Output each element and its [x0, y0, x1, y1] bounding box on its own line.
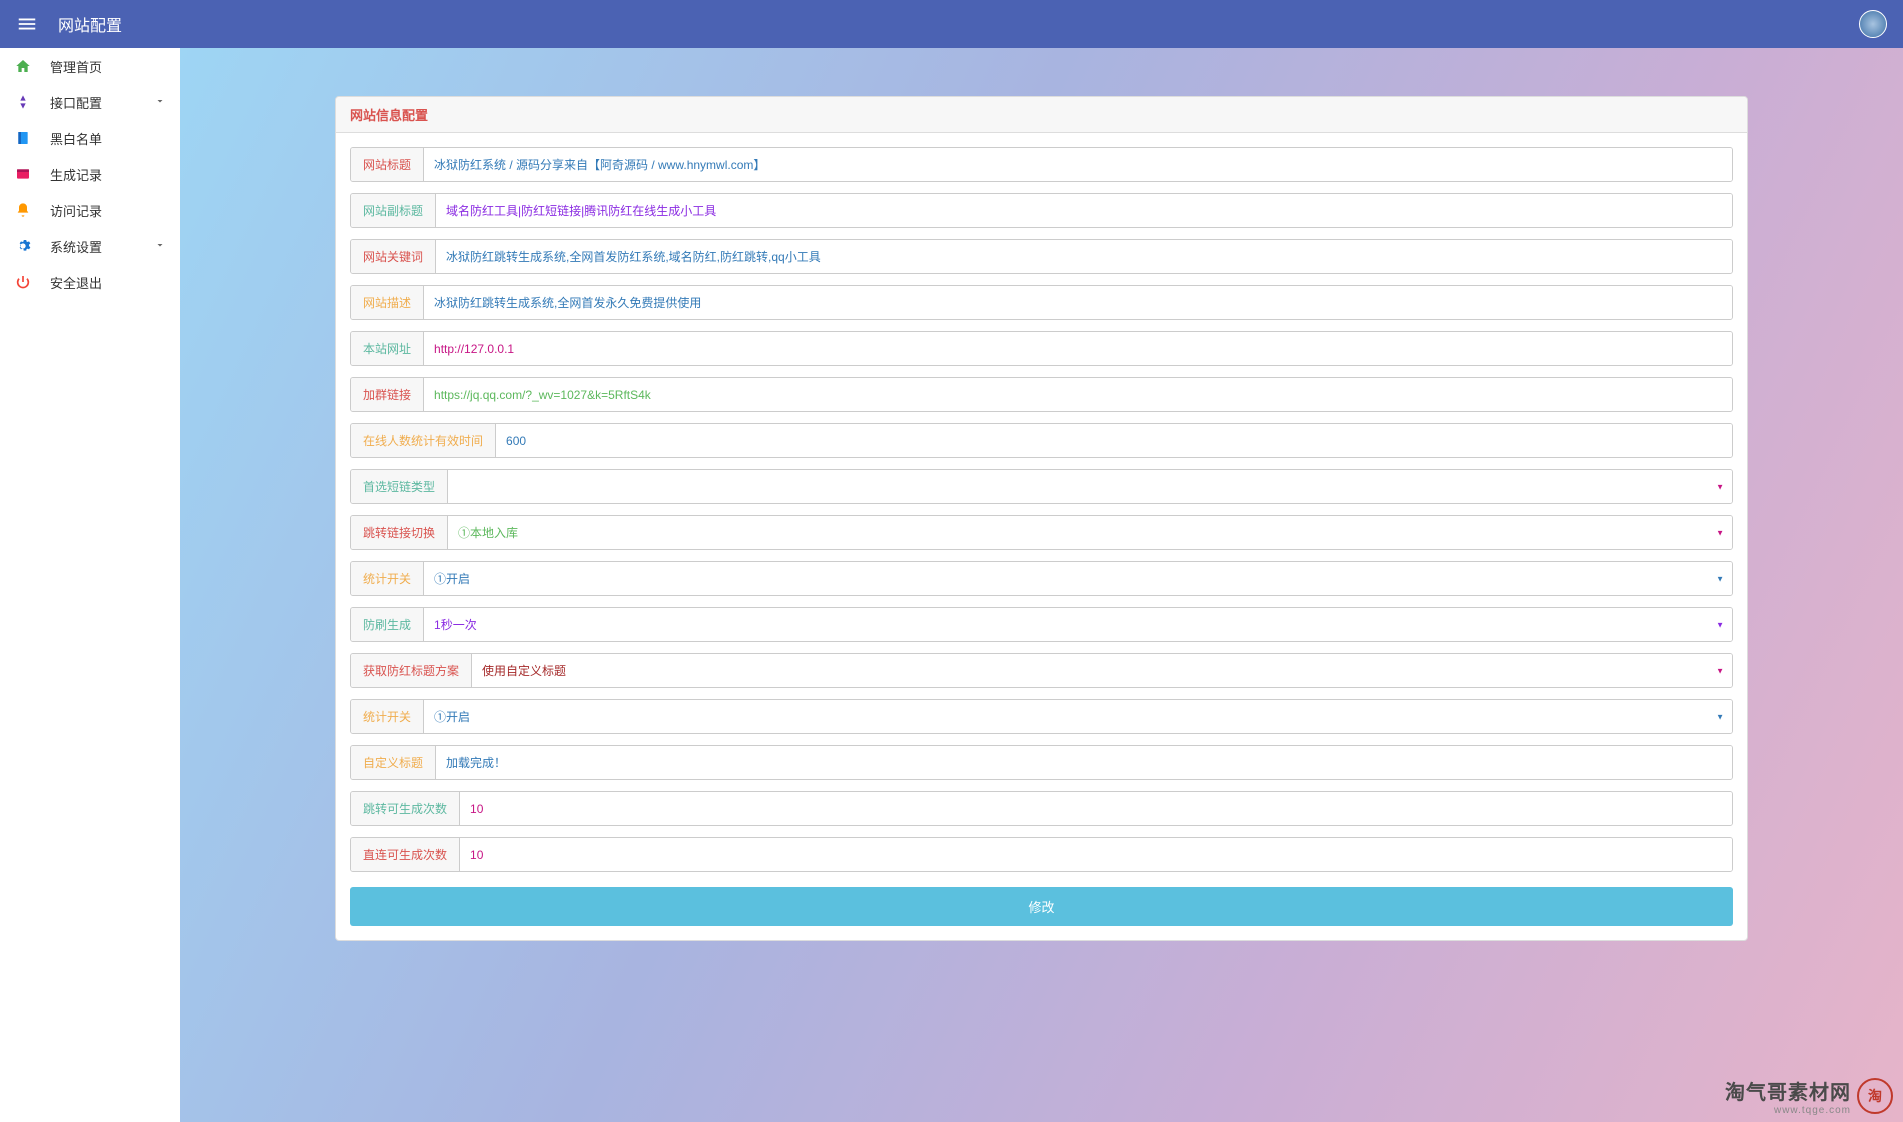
field-online-stat-time: 在线人数统计有效时间: [350, 423, 1733, 458]
label-direct-limit: 直连可生成次数: [351, 838, 460, 871]
field-site-keywords: 网站关键词: [350, 239, 1733, 274]
field-site-subtitle: 网站副标题: [350, 193, 1733, 228]
label-stat-switch1: 统计开关: [351, 562, 424, 595]
sidebar-item-home[interactable]: 管理首页: [0, 48, 180, 84]
input-site-url[interactable]: [424, 332, 1732, 365]
input-direct-limit[interactable]: [460, 838, 1732, 871]
sidebar-item-label: 访问记录: [50, 201, 166, 220]
sidebar-item-label: 管理首页: [50, 57, 166, 76]
label-site-desc: 网站描述: [351, 286, 424, 319]
input-site-title[interactable]: [424, 148, 1732, 181]
select-shortlink-type[interactable]: [448, 470, 1732, 503]
input-custom-title[interactable]: [436, 746, 1732, 779]
page-title: 网站配置: [58, 12, 122, 36]
input-online-stat-time[interactable]: [496, 424, 1732, 457]
label-jump-limit: 跳转可生成次数: [351, 792, 460, 825]
input-site-desc[interactable]: [424, 286, 1732, 319]
gear-icon: [14, 237, 32, 255]
sidebar-item-blacklist[interactable]: 黑白名单: [0, 120, 180, 156]
sidebar-item-visit-records[interactable]: 访问记录: [0, 192, 180, 228]
sidebar-item-label: 安全退出: [50, 273, 166, 292]
input-site-keywords[interactable]: [436, 240, 1732, 273]
main-content: 网站信息配置 网站标题 网站副标题 网站关键词 网站描述 本站网址: [180, 48, 1903, 1122]
select-stat-switch2[interactable]: ①开启: [424, 700, 1732, 733]
user-avatar[interactable]: [1859, 10, 1887, 38]
form-panel: 网站信息配置 网站标题 网站副标题 网站关键词 网站描述 本站网址: [335, 96, 1748, 941]
input-site-subtitle[interactable]: [436, 194, 1732, 227]
field-group-link: 加群链接: [350, 377, 1733, 412]
label-site-url: 本站网址: [351, 332, 424, 365]
chevron-down-icon: [154, 239, 166, 254]
label-custom-title: 自定义标题: [351, 746, 436, 779]
sidebar-item-gen-records[interactable]: 生成记录: [0, 156, 180, 192]
input-group-link[interactable]: [424, 378, 1732, 411]
web-icon: [14, 165, 32, 183]
label-online-stat-time: 在线人数统计有效时间: [351, 424, 496, 457]
select-title-scheme[interactable]: 使用自定义标题: [472, 654, 1732, 687]
select-redirect-switch[interactable]: ①本地入库: [448, 516, 1732, 549]
field-direct-limit: 直连可生成次数: [350, 837, 1733, 872]
chevron-down-icon: [154, 95, 166, 110]
sidebar-item-logout[interactable]: 安全退出: [0, 264, 180, 300]
field-title-scheme: 获取防红标题方案 使用自定义标题: [350, 653, 1733, 688]
field-site-title: 网站标题: [350, 147, 1733, 182]
label-anti-brush: 防刷生成: [351, 608, 424, 641]
menu-icon: [16, 13, 38, 35]
home-icon: [14, 57, 32, 75]
sidebar-item-api-config[interactable]: 接口配置: [0, 84, 180, 120]
input-jump-limit[interactable]: [460, 792, 1732, 825]
menu-toggle-button[interactable]: [16, 13, 38, 35]
sidebar: 管理首页 接口配置 黑白名单 生成记录 访问记录 系统设置 安全退出: [0, 48, 180, 1122]
sidebar-item-label: 系统设置: [50, 237, 154, 256]
field-jump-limit: 跳转可生成次数: [350, 791, 1733, 826]
watermark-logo-icon: 淘: [1857, 1078, 1893, 1114]
select-stat-switch1[interactable]: ①开启: [424, 562, 1732, 595]
sidebar-item-label: 接口配置: [50, 93, 154, 112]
sidebar-item-system-settings[interactable]: 系统设置: [0, 228, 180, 264]
nav-icon: [14, 93, 32, 111]
field-shortlink-type: 首选短链类型: [350, 469, 1733, 504]
label-title-scheme: 获取防红标题方案: [351, 654, 472, 687]
submit-button[interactable]: 修改: [350, 887, 1733, 926]
field-stat-switch1: 统计开关 ①开启: [350, 561, 1733, 596]
watermark-en: www.tqge.com: [1725, 1105, 1851, 1116]
label-site-subtitle: 网站副标题: [351, 194, 436, 227]
label-redirect-switch: 跳转链接切换: [351, 516, 448, 549]
power-icon: [14, 273, 32, 291]
field-anti-brush: 防刷生成 1秒一次: [350, 607, 1733, 642]
sidebar-item-label: 生成记录: [50, 165, 166, 184]
bell-icon: [14, 201, 32, 219]
field-site-url: 本站网址: [350, 331, 1733, 366]
watermark: 淘气哥素材网 www.tqge.com 淘: [1725, 1076, 1893, 1116]
top-header: 网站配置: [0, 0, 1903, 48]
field-redirect-switch: 跳转链接切换 ①本地入库: [350, 515, 1733, 550]
book-icon: [14, 129, 32, 147]
panel-title: 网站信息配置: [336, 97, 1747, 133]
field-site-desc: 网站描述: [350, 285, 1733, 320]
panel-body: 网站标题 网站副标题 网站关键词 网站描述 本站网址 加群链接: [336, 133, 1747, 940]
field-custom-title: 自定义标题: [350, 745, 1733, 780]
label-site-title: 网站标题: [351, 148, 424, 181]
field-stat-switch2: 统计开关 ①开启: [350, 699, 1733, 734]
label-stat-switch2: 统计开关: [351, 700, 424, 733]
label-shortlink-type: 首选短链类型: [351, 470, 448, 503]
select-anti-brush[interactable]: 1秒一次: [424, 608, 1732, 641]
watermark-cn: 淘气哥素材网: [1725, 1076, 1851, 1105]
sidebar-item-label: 黑白名单: [50, 129, 166, 148]
label-group-link: 加群链接: [351, 378, 424, 411]
label-site-keywords: 网站关键词: [351, 240, 436, 273]
